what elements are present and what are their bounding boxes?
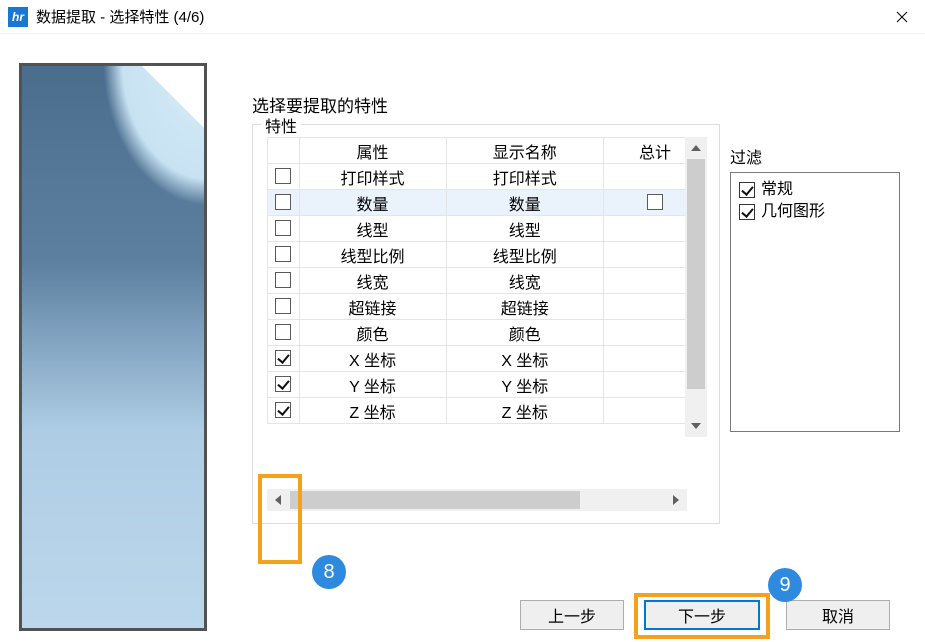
wizard-button-row: 上一步 下一步 取消 <box>0 600 925 630</box>
vscroll-track[interactable] <box>685 159 707 415</box>
filter-listbox[interactable]: 常规几何图形 <box>730 172 900 432</box>
filter-label: 过滤 <box>730 144 900 168</box>
row-include-checkbox[interactable] <box>275 402 291 418</box>
chevron-up-icon <box>691 145 701 151</box>
properties-group-label: 特性 <box>261 113 301 137</box>
scroll-right-button[interactable] <box>665 489 687 511</box>
callout-badge-9: 9 <box>768 568 802 602</box>
cell-display[interactable]: 超链接 <box>446 294 604 320</box>
scroll-up-button[interactable] <box>685 137 707 159</box>
cell-display[interactable]: 打印样式 <box>446 164 604 190</box>
row-checkbox-cell[interactable] <box>268 320 300 346</box>
row-include-checkbox[interactable] <box>275 246 291 262</box>
next-button[interactable]: 下一步 <box>644 600 760 630</box>
table-row[interactable]: Z 坐标Z 坐标 <box>268 398 707 424</box>
cell-display[interactable]: 线宽 <box>446 268 604 294</box>
table-row[interactable]: 线宽线宽 <box>268 268 707 294</box>
callout-badge-8: 8 <box>312 555 346 589</box>
properties-group: 特性 属性 显示名称 总计 打印样式打印样式数量数量线型 <box>252 124 720 524</box>
table-row[interactable]: 线型线型 <box>268 216 707 242</box>
row-checkbox-cell[interactable] <box>268 268 300 294</box>
table-row[interactable]: 超链接超链接 <box>268 294 707 320</box>
filter-item-label: 常规 <box>761 179 793 201</box>
header-display: 显示名称 <box>446 138 604 164</box>
row-checkbox-cell[interactable] <box>268 372 300 398</box>
chevron-down-icon <box>691 423 701 429</box>
horizontal-scrollbar[interactable] <box>267 489 687 511</box>
row-checkbox-cell[interactable] <box>268 242 300 268</box>
row-include-checkbox[interactable] <box>275 350 291 366</box>
cell-attr: Z 坐标 <box>299 398 446 424</box>
row-include-checkbox[interactable] <box>275 194 291 210</box>
cell-display[interactable]: Y 坐标 <box>446 372 604 398</box>
cell-attr: 打印样式 <box>299 164 446 190</box>
titlebar: hr 数据提取 - 选择特性 (4/6) <box>0 0 925 34</box>
cell-attr: X 坐标 <box>299 346 446 372</box>
row-checkbox-cell[interactable] <box>268 294 300 320</box>
cell-display[interactable]: 线型比例 <box>446 242 604 268</box>
close-button[interactable] <box>879 0 925 34</box>
filter-item-label: 几何图形 <box>761 201 825 223</box>
table-row[interactable]: 颜色颜色 <box>268 320 707 346</box>
cell-display[interactable]: 数量 <box>446 190 604 216</box>
total-checkbox[interactable] <box>647 194 663 210</box>
row-checkbox-cell[interactable] <box>268 216 300 242</box>
row-checkbox-cell[interactable] <box>268 164 300 190</box>
scroll-down-button[interactable] <box>685 415 707 437</box>
cancel-button[interactable]: 取消 <box>786 600 890 630</box>
row-include-checkbox[interactable] <box>275 220 291 236</box>
cell-attr: 线宽 <box>299 268 446 294</box>
filter-group: 过滤 常规几何图形 <box>730 144 900 444</box>
filter-checkbox[interactable] <box>739 182 755 198</box>
row-include-checkbox[interactable] <box>275 168 291 184</box>
close-icon <box>896 11 908 23</box>
table-row[interactable]: 数量数量 <box>268 190 707 216</box>
cell-attr: 颜色 <box>299 320 446 346</box>
cell-attr: Y 坐标 <box>299 372 446 398</box>
hscroll-thumb[interactable] <box>290 491 580 509</box>
cell-display[interactable]: X 坐标 <box>446 346 604 372</box>
properties-inner: 属性 显示名称 总计 打印样式打印样式数量数量线型线型线型比例线型比例线宽线宽超… <box>267 137 707 457</box>
filter-checkbox[interactable] <box>739 204 755 220</box>
cell-attr: 数量 <box>299 190 446 216</box>
table-row[interactable]: 线型比例线型比例 <box>268 242 707 268</box>
app-icon: hr <box>8 7 28 27</box>
header-checkbox-col <box>268 138 300 164</box>
hscroll-track[interactable] <box>289 489 665 511</box>
table-row[interactable]: 打印样式打印样式 <box>268 164 707 190</box>
row-include-checkbox[interactable] <box>275 324 291 340</box>
cell-attr: 超链接 <box>299 294 446 320</box>
cell-display[interactable]: Z 坐标 <box>446 398 604 424</box>
header-attr: 属性 <box>299 138 446 164</box>
cell-display[interactable]: 颜色 <box>446 320 604 346</box>
table-row[interactable]: Y 坐标Y 坐标 <box>268 372 707 398</box>
row-checkbox-cell[interactable] <box>268 190 300 216</box>
properties-table: 属性 显示名称 总计 打印样式打印样式数量数量线型线型线型比例线型比例线宽线宽超… <box>267 137 707 424</box>
vertical-scrollbar[interactable] <box>685 137 707 437</box>
filter-item[interactable]: 几何图形 <box>739 201 891 223</box>
preview-panel <box>19 63 207 631</box>
row-checkbox-cell[interactable] <box>268 346 300 372</box>
vscroll-thumb[interactable] <box>687 159 705 389</box>
row-include-checkbox[interactable] <box>275 298 291 314</box>
chevron-left-icon <box>275 495 281 505</box>
row-include-checkbox[interactable] <box>275 272 291 288</box>
cell-attr: 线型比例 <box>299 242 446 268</box>
dialog-body: 选择要提取的特性 特性 属性 显示名称 总计 <box>0 34 925 642</box>
row-checkbox-cell[interactable] <box>268 398 300 424</box>
cell-attr: 线型 <box>299 216 446 242</box>
cell-display[interactable]: 线型 <box>446 216 604 242</box>
chevron-right-icon <box>673 495 679 505</box>
scroll-left-button[interactable] <box>267 489 289 511</box>
table-header-row: 属性 显示名称 总计 <box>268 138 707 164</box>
properties-table-wrap: 属性 显示名称 总计 打印样式打印样式数量数量线型线型线型比例线型比例线宽线宽超… <box>267 137 707 437</box>
window-title: 数据提取 - 选择特性 (4/6) <box>36 6 204 27</box>
table-row[interactable]: X 坐标X 坐标 <box>268 346 707 372</box>
prev-button[interactable]: 上一步 <box>520 600 624 630</box>
row-include-checkbox[interactable] <box>275 376 291 392</box>
filter-item[interactable]: 常规 <box>739 179 891 201</box>
